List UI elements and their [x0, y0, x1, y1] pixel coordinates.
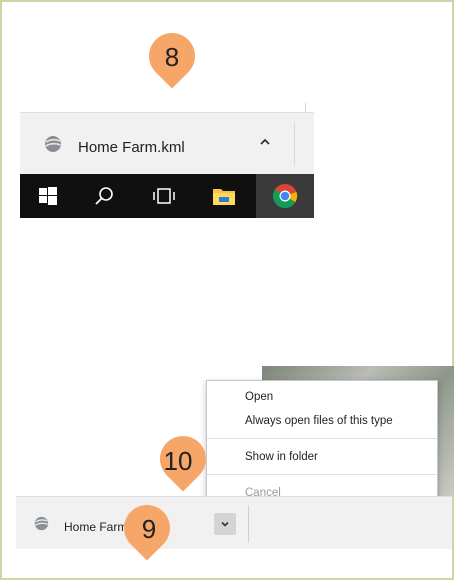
google-earth-icon	[34, 516, 49, 536]
search-icon	[95, 187, 113, 205]
file-explorer-button[interactable]	[196, 174, 252, 218]
download-shelf-top: Home Farm.kml	[20, 103, 314, 175]
windows-taskbar	[20, 174, 314, 218]
shelf-separator	[294, 123, 295, 165]
chrome-icon	[273, 184, 298, 209]
callout-10-label: 10	[163, 446, 193, 476]
menu-item-always-open[interactable]: Always open files of this type	[245, 415, 393, 427]
menu-item-open[interactable]: Open	[245, 391, 273, 403]
download-context-menu: Open Always open files of this type Show…	[206, 380, 438, 508]
callout-8-label: 8	[164, 42, 180, 72]
download-dropdown-button[interactable]	[214, 513, 236, 535]
google-earth-icon	[44, 135, 62, 158]
menu-separator	[207, 438, 437, 439]
taskbar-search-button[interactable]	[76, 174, 132, 218]
task-view-icon	[153, 188, 175, 204]
download-filename[interactable]: Home Farm	[64, 520, 127, 534]
windows-start-icon	[39, 187, 57, 205]
shelf-separator	[248, 505, 249, 543]
file-explorer-icon	[213, 189, 235, 205]
task-view-button[interactable]	[136, 174, 192, 218]
callout-9-label: 9	[141, 514, 157, 544]
chrome-taskbar-button[interactable]	[256, 174, 314, 218]
windows-start-button[interactable]	[20, 174, 76, 218]
chevron-up-icon[interactable]	[258, 135, 272, 153]
chevron-down-icon	[221, 521, 229, 527]
download-filename[interactable]: Home Farm.kml	[78, 139, 185, 156]
menu-separator	[207, 474, 437, 475]
download-shelf-bottom: Home Farm	[16, 496, 452, 549]
menu-item-show-in-folder[interactable]: Show in folder	[245, 451, 318, 463]
shelf-edge-line	[305, 103, 306, 113]
